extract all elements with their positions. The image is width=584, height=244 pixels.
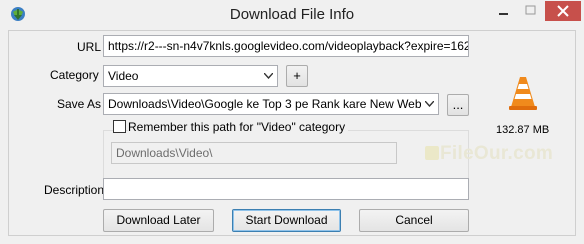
description-field[interactable] (103, 178, 469, 200)
start-download-button[interactable]: Start Download (232, 209, 341, 232)
plus-icon: + (293, 68, 301, 83)
add-category-button[interactable]: + (286, 65, 308, 87)
remember-path-label[interactable]: Remember this path for "Video" category (128, 120, 349, 134)
category-value: Video (108, 69, 139, 83)
maximize-button[interactable] (518, 1, 544, 21)
maximize-icon (525, 5, 536, 15)
close-button[interactable] (545, 1, 581, 21)
remember-path-field: Downloads\Video\ (111, 142, 397, 164)
close-icon (557, 5, 569, 17)
minimize-icon (499, 13, 508, 15)
url-field[interactable]: https://r2---sn-n4v7knls.googlevideo.com… (103, 35, 469, 57)
save-as-select[interactable]: Downloads\Video\Google ke Top 3 pe Rank … (103, 93, 439, 115)
category-label: Category (50, 68, 99, 82)
download-later-button[interactable]: Download Later (103, 209, 214, 232)
browse-button[interactable]: ... (447, 94, 469, 116)
save-as-value: Downloads\Video\Google ke Top 3 pe Rank … (108, 97, 439, 111)
chevron-down-icon (421, 94, 438, 114)
file-size: 132.87 MB (496, 124, 550, 136)
vlc-cone-icon (509, 77, 537, 110)
remember-path-checkbox[interactable] (113, 120, 126, 133)
watermark-text: FileOur.com (440, 143, 554, 164)
watermark-logo-icon (425, 146, 439, 160)
chevron-down-icon (260, 66, 277, 86)
cancel-button[interactable]: Cancel (359, 209, 469, 232)
description-label: Description (44, 183, 105, 197)
category-select[interactable]: Video (103, 65, 278, 87)
title-bar: Download File Info (0, 0, 584, 30)
minimize-button[interactable] (490, 1, 518, 21)
url-label: URL (77, 40, 102, 54)
save-as-label: Save As (57, 97, 102, 111)
browse-label: ... (452, 97, 464, 112)
